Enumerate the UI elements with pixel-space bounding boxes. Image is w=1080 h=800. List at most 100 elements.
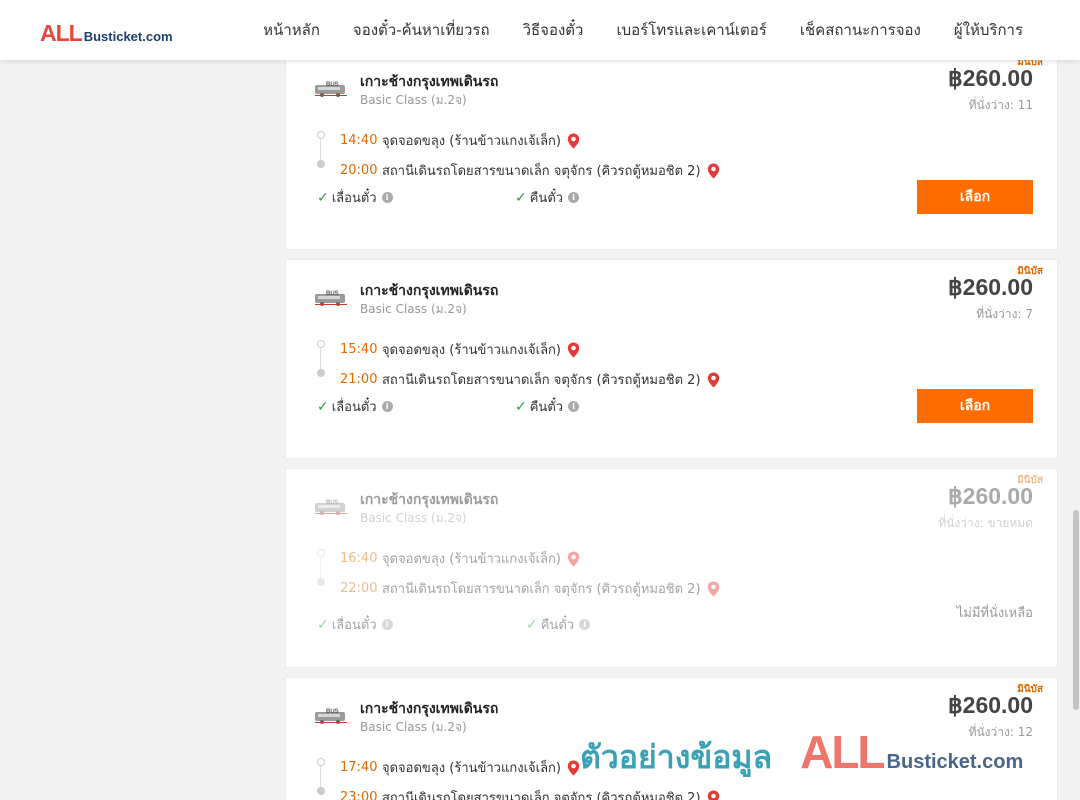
depart-place: จุดจอดขลุง (ร้านข้าวแกงเจ้เล็ก) <box>382 552 561 567</box>
depart-dot-icon <box>317 340 325 348</box>
watermark-logo-domain: Busticket.com <box>886 751 1024 773</box>
info-icon[interactable]: i <box>579 619 591 630</box>
bus-class: Basic Class (ม.2จ) <box>360 93 467 107</box>
bus-logo-icon: BUS <box>314 707 350 729</box>
nav-check-booking[interactable]: เช็คสถานะการจอง <box>800 18 921 42</box>
svg-text:BUS: BUS <box>326 82 339 88</box>
feature-refund-ticket: ✓ คืนตั๋ว i <box>515 396 580 417</box>
nav-home[interactable]: หน้าหลัก <box>263 18 320 42</box>
bus-logo-icon: BUS <box>314 498 350 520</box>
info-icon[interactable]: i <box>568 192 580 203</box>
depart-dot-icon <box>317 549 325 557</box>
arrival-stop: 23:00 สถานีเดินรถโดยสารขนาดเล็ก จตุจักร … <box>340 787 720 800</box>
depart-time: 15:40 <box>340 342 378 357</box>
info-icon[interactable]: i <box>381 192 393 203</box>
depart-place: จุดจอดขลุง (ร้านข้าวแกงเจ้เล็ก) <box>382 134 561 149</box>
feature-change-ticket: ✓ เลื่อนตั๋ว i <box>317 187 393 208</box>
arrive-dot-icon <box>317 160 325 168</box>
arrive-place: สถานีเดินรถโดยสารขนาดเล็ก จตุจักร (คิวรถ… <box>382 373 701 388</box>
page-scrollbar[interactable] <box>1072 60 1080 800</box>
watermark-thai-text: ตัวอย่างข้อมูล <box>580 738 773 776</box>
info-icon[interactable]: i <box>381 401 393 412</box>
bus-class: Basic Class (ม.2จ) <box>360 511 467 525</box>
arrive-place: สถานีเดินรถโดยสารขนาดเล็ก จตุจักร (คิวรถ… <box>382 164 701 179</box>
select-trip-button[interactable]: เลือก <box>917 180 1033 214</box>
operator-name: เกาะช้างกรุงเทพเดินรถ <box>360 74 499 90</box>
feature-label: คืนตั๋ว <box>529 400 564 415</box>
map-pin-icon[interactable] <box>567 342 580 358</box>
scrollbar-thumb[interactable] <box>1073 510 1079 710</box>
check-icon: ✓ <box>515 398 527 415</box>
map-pin-icon[interactable] <box>567 760 580 776</box>
check-icon: ✓ <box>317 398 329 415</box>
nav-operators[interactable]: ผู้ให้บริการ <box>954 18 1023 42</box>
info-icon[interactable]: i <box>381 619 393 630</box>
route-timeline <box>316 758 326 795</box>
trip-price: ฿260.00 <box>948 274 1033 300</box>
route-timeline <box>316 131 326 168</box>
trip-card-sold-out: มินิบัส BUS เกาะช้างกรุงเทพเดินรถ Basic … <box>285 468 1058 668</box>
check-icon: ✓ <box>317 616 329 633</box>
arrive-time: 20:00 <box>340 163 378 178</box>
feature-label: คืนตั๋ว <box>540 618 575 633</box>
feature-label: คืนตั๋ว <box>529 191 564 206</box>
bus-class: Basic Class (ม.2จ) <box>360 720 467 734</box>
map-pin-icon[interactable] <box>707 163 720 179</box>
feature-label: เลื่อนตั๋ว <box>331 191 377 206</box>
svg-text:BUS: BUS <box>326 709 339 715</box>
bus-class: Basic Class (ม.2จ) <box>360 302 467 316</box>
feature-refund-ticket: ✓ คืนตั๋ว i <box>526 614 591 635</box>
map-pin-icon[interactable] <box>567 551 580 567</box>
check-icon: ✓ <box>515 189 527 206</box>
info-icon[interactable]: i <box>568 401 580 412</box>
seats-available: ที่นั่งว่าง: 11 <box>968 98 1033 112</box>
operator-name: เกาะช้างกรุงเทพเดินรถ <box>360 701 499 717</box>
select-trip-button[interactable]: เลือก <box>917 389 1033 423</box>
svg-text:BUS: BUS <box>326 500 339 506</box>
depart-place: จุดจอดขลุง (ร้านข้าวแกงเจ้เล็ก) <box>382 343 561 358</box>
logo-all-text: ALL <box>40 20 83 46</box>
map-pin-icon[interactable] <box>707 581 720 597</box>
feature-change-ticket: ✓ เลื่อนตั๋ว i <box>317 396 393 417</box>
arrive-dot-icon <box>317 369 325 377</box>
watermark-logo-all: ALL <box>800 726 885 778</box>
arrive-place: สถานีเดินรถโดยสารขนาดเล็ก จตุจักร (คิวรถ… <box>382 582 701 597</box>
arrive-time: 23:00 <box>340 790 378 800</box>
nav-how-to-book[interactable]: วิธีจองตั๋ว <box>523 18 584 42</box>
map-pin-icon[interactable] <box>707 372 720 388</box>
arrival-stop: 21:00 สถานีเดินรถโดยสารขนาดเล็ก จตุจักร … <box>340 369 720 390</box>
check-icon: ✓ <box>526 616 538 633</box>
trip-price: ฿260.00 <box>948 692 1033 718</box>
site-logo[interactable]: ALL Busticket.com <box>40 20 173 47</box>
route-timeline <box>316 549 326 586</box>
bus-logo-icon: BUS <box>314 289 350 311</box>
arrive-dot-icon <box>317 578 325 586</box>
operator-name: เกาะช้างกรุงเทพเดินรถ <box>360 283 499 299</box>
trip-card: มินิบัส BUS เกาะช้างกรุงเทพเดินรถ Basic … <box>285 259 1058 459</box>
arrive-time: 21:00 <box>340 372 378 387</box>
arrival-stop: 22:00 สถานีเดินรถโดยสารขนาดเล็ก จตุจักร … <box>340 578 720 599</box>
feature-label: เลื่อนตั๋ว <box>331 400 377 415</box>
site-header: ALL Busticket.com หน้าหลัก จองตั๋ว-ค้นหา… <box>0 0 1080 60</box>
nav-phone-counters[interactable]: เบอร์โทรและเคาน์เตอร์ <box>616 18 766 42</box>
seats-available: ที่นั่งว่าง: ขายหมด <box>938 516 1033 530</box>
depart-time: 14:40 <box>340 133 378 148</box>
departure-stop: 16:40 จุดจอดขลุง (ร้านข้าวแกงเจ้เล็ก) <box>340 548 580 569</box>
sample-data-watermark: ตัวอย่างข้อมูล ALL Busticket.com <box>580 725 1023 783</box>
trip-card: มินิบัส BUS เกาะช้างกรุงเทพเดินรถ Basic … <box>285 50 1058 250</box>
logo-domain-text: Busticket.com <box>83 29 173 44</box>
nav-book-search[interactable]: จองตั๋ว-ค้นหาเที่ยวรถ <box>353 18 490 42</box>
depart-dot-icon <box>317 131 325 139</box>
feature-change-ticket: ✓ เลื่อนตั๋ว i <box>317 614 393 635</box>
route-timeline <box>316 340 326 377</box>
map-pin-icon[interactable] <box>707 790 720 800</box>
main-nav: หน้าหลัก จองตั๋ว-ค้นหาเที่ยวรถ วิธีจองตั… <box>263 0 1023 60</box>
depart-dot-icon <box>317 758 325 766</box>
arrive-time: 22:00 <box>340 581 378 596</box>
check-icon: ✓ <box>317 189 329 206</box>
feature-refund-ticket: ✓ คืนตั๋ว i <box>515 187 580 208</box>
trip-price: ฿260.00 <box>948 65 1033 91</box>
map-pin-icon[interactable] <box>567 133 580 149</box>
trip-price: ฿260.00 <box>948 483 1033 509</box>
feature-label: เลื่อนตั๋ว <box>331 618 377 633</box>
